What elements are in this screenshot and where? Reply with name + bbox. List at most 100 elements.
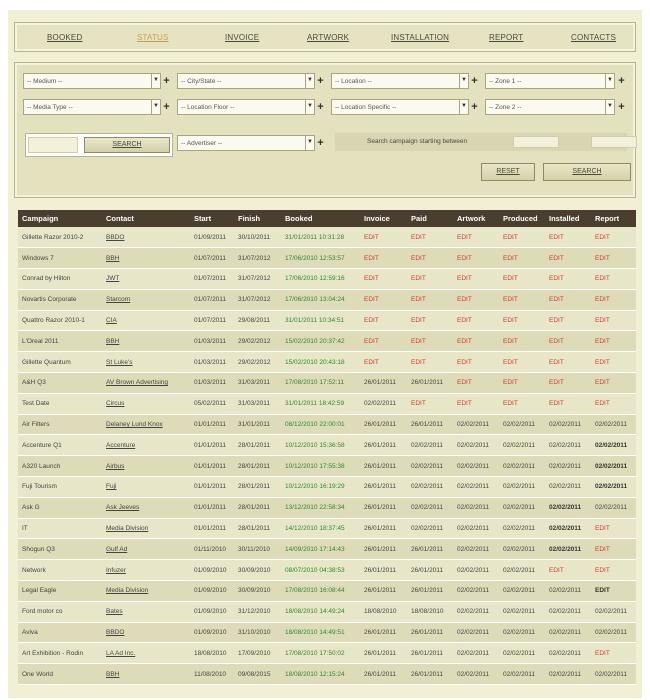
report-edit-link[interactable]: EDIT [591, 518, 636, 540]
nav-contacts[interactable]: CONTACTS [571, 33, 616, 42]
contact-link[interactable]: St Luke's [102, 351, 190, 374]
artwork-edit-link[interactable]: EDIT [453, 330, 499, 353]
location-select[interactable]: -- Location -- ▼ [331, 73, 469, 89]
invoice-edit-link[interactable]: EDIT [360, 227, 407, 249]
add-advertiser-icon[interactable]: + [316, 137, 325, 149]
installed-edit-link[interactable]: EDIT [545, 289, 591, 311]
artwork-edit-link[interactable]: EDIT [453, 372, 499, 394]
search-button[interactable]: SEARCH [84, 137, 170, 153]
contact-link[interactable]: Circus [102, 393, 190, 415]
nav-status[interactable]: STATUS [137, 33, 169, 42]
paid-edit-link[interactable]: EDIT [407, 393, 453, 415]
installed-edit-link[interactable]: EDIT [545, 268, 591, 290]
search-input[interactable] [28, 137, 78, 153]
artwork-edit-link[interactable]: EDIT [453, 351, 499, 374]
contact-link[interactable]: Media Division [102, 580, 190, 602]
paid-edit-link[interactable]: EDIT [407, 227, 453, 249]
search-submit-button[interactable]: SEARCH [543, 163, 631, 181]
city-state-select[interactable]: -- City/State -- ▼ [177, 73, 315, 89]
zone2-select[interactable]: -- Zone 2 -- ▼ [485, 99, 615, 115]
paid-edit-link[interactable]: EDIT [407, 268, 453, 290]
produced-edit-link[interactable]: EDIT [499, 289, 545, 311]
nav-booked[interactable]: BOOKED [47, 33, 82, 42]
produced-edit-link[interactable]: EDIT [499, 393, 545, 415]
zone1-select[interactable]: -- Zone 1 -- ▼ [485, 73, 615, 89]
contact-link[interactable]: Bates [102, 601, 190, 623]
report-edit-link[interactable]: EDIT [591, 310, 636, 332]
contact-link[interactable]: Ask Jeeves [102, 497, 190, 519]
installed-edit-link[interactable]: EDIT [545, 393, 591, 415]
installed-edit-link[interactable]: EDIT [545, 559, 591, 582]
artwork-edit-link[interactable]: EDIT [453, 310, 499, 332]
contact-link[interactable]: Airbus [102, 455, 190, 478]
add-medium-icon[interactable]: + [162, 75, 171, 87]
add-location-specific-icon[interactable]: + [470, 101, 479, 113]
report-edit-link[interactable]: EDIT [591, 580, 636, 602]
location-specific-select[interactable]: -- Location Specific -- ▼ [331, 99, 469, 115]
add-city-state-icon[interactable]: + [316, 75, 325, 87]
invoice-edit-link[interactable]: EDIT [360, 268, 407, 290]
add-zone1-icon[interactable]: + [617, 75, 626, 87]
artwork-edit-link[interactable]: EDIT [453, 268, 499, 290]
report-edit-link[interactable]: EDIT [591, 393, 636, 415]
produced-edit-link[interactable]: EDIT [499, 247, 545, 270]
contact-link[interactable]: JWT [102, 268, 190, 290]
contact-link[interactable]: BBH [102, 663, 190, 686]
report-edit-link[interactable]: EDIT [591, 268, 636, 290]
paid-edit-link[interactable]: EDIT [407, 330, 453, 353]
contact-link[interactable]: Fuji [102, 476, 190, 498]
produced-edit-link[interactable]: EDIT [499, 351, 545, 374]
artwork-edit-link[interactable]: EDIT [453, 393, 499, 415]
installed-edit-link[interactable]: EDIT [545, 372, 591, 394]
date-from-input[interactable] [513, 136, 559, 148]
advertiser-select[interactable]: -- Advertiser -- ▼ [177, 135, 315, 151]
contact-link[interactable]: Infuzer [102, 559, 190, 582]
produced-edit-link[interactable]: EDIT [499, 268, 545, 290]
report-edit-link[interactable]: EDIT [591, 538, 636, 561]
artwork-edit-link[interactable]: EDIT [453, 227, 499, 249]
reset-button[interactable]: RESET [481, 163, 535, 181]
invoice-edit-link[interactable]: EDIT [360, 247, 407, 270]
nav-artwork[interactable]: ARTWORK [307, 33, 349, 42]
report-edit-link[interactable]: EDIT [591, 227, 636, 249]
installed-edit-link[interactable]: EDIT [545, 227, 591, 249]
report-edit-link[interactable]: EDIT [591, 559, 636, 582]
invoice-edit-link[interactable]: EDIT [360, 289, 407, 311]
paid-edit-link[interactable]: EDIT [407, 310, 453, 332]
nav-report[interactable]: REPORT [489, 33, 523, 42]
installed-edit-link[interactable]: EDIT [545, 330, 591, 353]
date-to-input[interactable] [591, 136, 637, 148]
produced-edit-link[interactable]: EDIT [499, 227, 545, 249]
paid-edit-link[interactable]: EDIT [407, 351, 453, 374]
contact-link[interactable]: Delaney Lund Knox [102, 414, 190, 436]
contact-link[interactable]: AV Brown Advertising [102, 372, 190, 394]
contact-link[interactable]: Starcom [102, 289, 190, 311]
installed-edit-link[interactable]: EDIT [545, 351, 591, 374]
add-media-type-icon[interactable]: + [162, 101, 171, 113]
contact-link[interactable]: Accenture [102, 434, 190, 457]
artwork-edit-link[interactable]: EDIT [453, 247, 499, 270]
report-edit-link[interactable]: EDIT [591, 351, 636, 374]
contact-link[interactable]: LA Ad Inc. [102, 642, 190, 665]
add-location-icon[interactable]: + [470, 75, 479, 87]
artwork-edit-link[interactable]: EDIT [453, 289, 499, 311]
report-edit-link[interactable]: EDIT [591, 330, 636, 353]
contact-link[interactable]: BBH [102, 247, 190, 270]
nav-installation[interactable]: INSTALLATION [391, 33, 449, 42]
location-floor-select[interactable]: -- Location Floor -- ▼ [177, 99, 315, 115]
add-zone2-icon[interactable]: + [617, 101, 626, 113]
paid-edit-link[interactable]: EDIT [407, 289, 453, 311]
invoice-edit-link[interactable]: EDIT [360, 351, 407, 374]
paid-edit-link[interactable]: EDIT [407, 247, 453, 270]
produced-edit-link[interactable]: EDIT [499, 310, 545, 332]
report-edit-link[interactable]: EDIT [591, 247, 636, 270]
contact-link[interactable]: BBDO [102, 622, 190, 644]
medium-select[interactable]: -- Medium -- ▼ [23, 73, 161, 89]
report-edit-link[interactable]: EDIT [591, 642, 636, 665]
add-location-floor-icon[interactable]: + [316, 101, 325, 113]
contact-link[interactable]: Gulf Ad [102, 538, 190, 561]
report-edit-link[interactable]: EDIT [591, 289, 636, 311]
produced-edit-link[interactable]: EDIT [499, 330, 545, 353]
contact-link[interactable]: BBH [102, 330, 190, 353]
produced-edit-link[interactable]: EDIT [499, 372, 545, 394]
